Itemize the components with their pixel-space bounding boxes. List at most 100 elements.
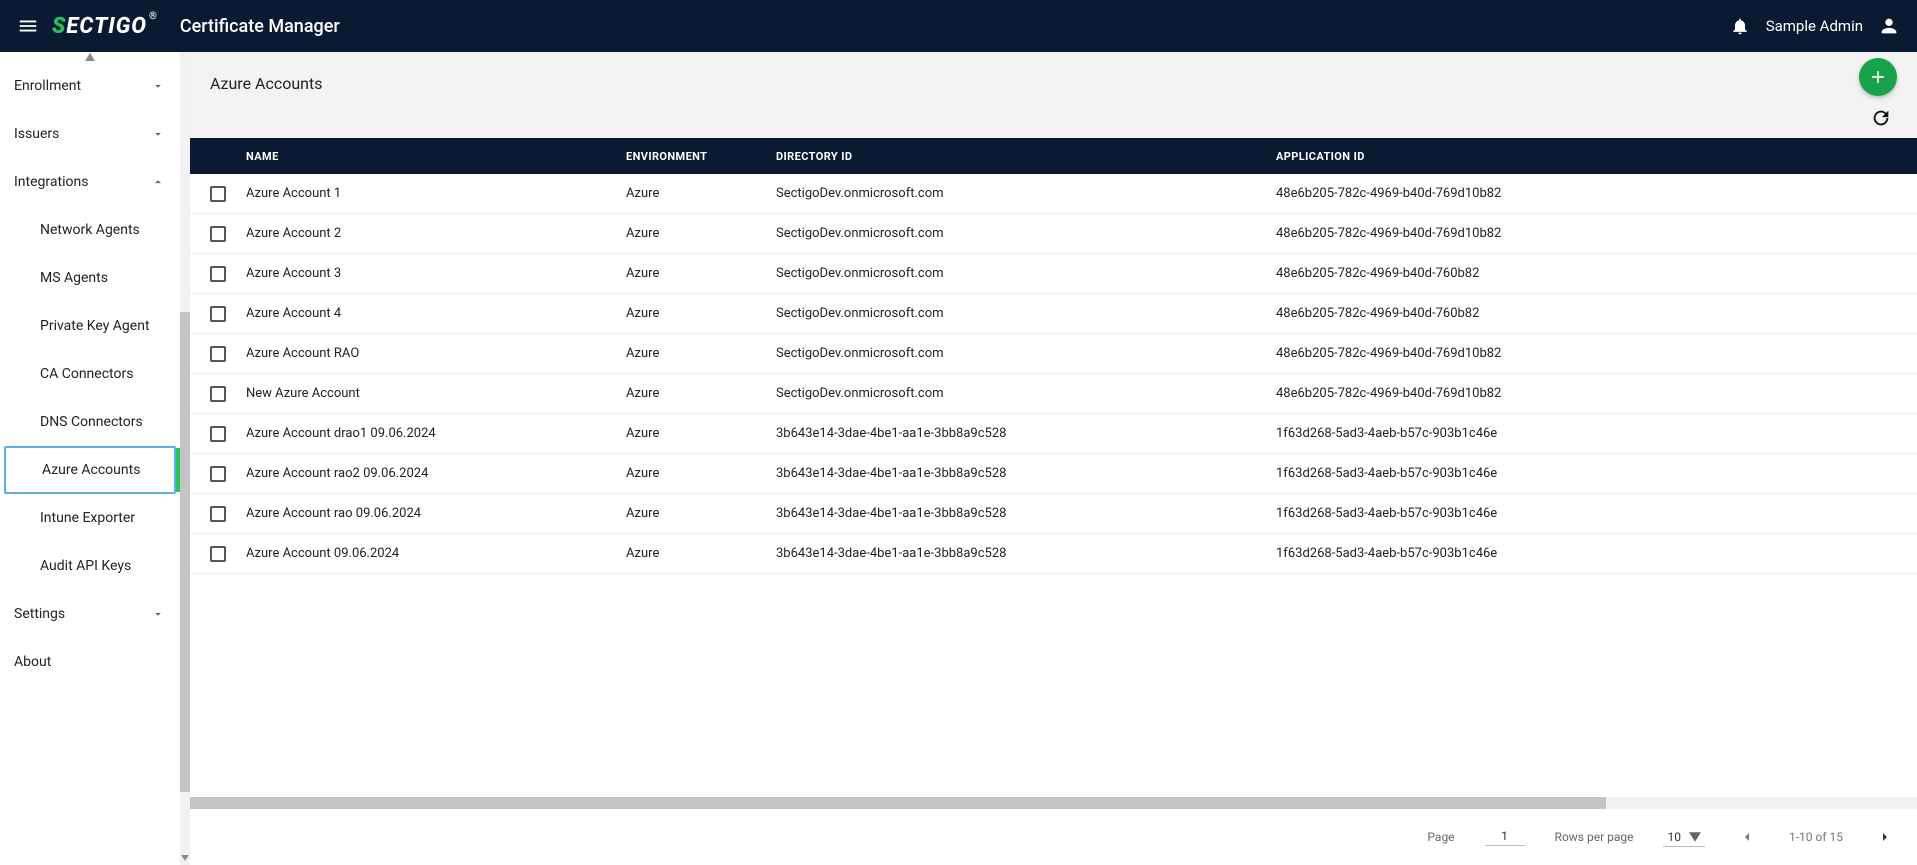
top-app-bar: SECTIGO® Certificate Manager Sample Admi… — [0, 0, 1917, 52]
notifications-button[interactable] — [1724, 10, 1756, 42]
cell-directory-id: SectigoDev.onmicrosoft.com — [776, 226, 1276, 241]
sidebar-section-settings[interactable]: Settings — [0, 590, 180, 638]
sidebar-item-label: Intune Exporter — [40, 510, 135, 526]
sidebar-item-label: MS Agents — [40, 270, 108, 286]
sidebar-item-ms-agents[interactable]: MS Agents — [0, 254, 180, 302]
page-label: Page — [1427, 830, 1454, 844]
cell-application-id: 48e6b205-782c-4969-b40d-769d10b82 — [1276, 186, 1917, 201]
table-row[interactable]: Azure Account rao 09.06.2024Azure3b643e1… — [190, 494, 1917, 534]
column-header-directory-id[interactable]: DIRECTORY ID — [776, 150, 1276, 163]
checkbox-icon — [210, 386, 226, 402]
cell-environment: Azure — [626, 386, 776, 401]
sidebar-item-network-agents[interactable]: Network Agents — [0, 206, 180, 254]
table-horizontal-scroll-thumb[interactable] — [190, 797, 1606, 809]
checkbox-icon — [210, 266, 226, 282]
checkbox-icon — [210, 546, 226, 562]
checkbox-icon — [210, 306, 226, 322]
logo-mark: S — [52, 14, 66, 39]
sidebar-item-audit-api-keys[interactable]: Audit API Keys — [0, 542, 180, 590]
cell-application-id: 1f63d268-5ad3-4aeb-b57c-903b1c46e — [1276, 466, 1917, 481]
cell-name: Azure Account 1 — [246, 186, 626, 201]
cell-environment: Azure — [626, 546, 776, 561]
prev-page-button[interactable] — [1735, 825, 1759, 849]
cell-name: Azure Account 3 — [246, 266, 626, 281]
sidebar-item-label: Azure Accounts — [42, 462, 140, 478]
checkbox-icon — [210, 226, 226, 242]
dropdown-icon — [1689, 832, 1701, 842]
cell-name: Azure Account 09.06.2024 — [246, 546, 626, 561]
table-row[interactable]: Azure Account 2AzureSectigoDev.onmicroso… — [190, 214, 1917, 254]
sidebar-scroll-up[interactable] — [0, 52, 180, 62]
sidebar-item-label: DNS Connectors — [40, 414, 143, 430]
cell-environment: Azure — [626, 506, 776, 521]
sidebar-section-issuers[interactable]: Issuers — [0, 110, 180, 158]
column-header-name[interactable]: NAME — [246, 150, 626, 163]
checkbox-icon — [210, 186, 226, 202]
table-horizontal-scrollbar[interactable] — [190, 797, 1917, 809]
page-number-input[interactable]: 1 — [1485, 829, 1525, 846]
sidebar-item-label: Network Agents — [40, 222, 140, 238]
sidebar-item-azure-accounts[interactable]: Azure Accounts — [4, 446, 176, 494]
sidebar-item-dns-connectors[interactable]: DNS Connectors — [0, 398, 180, 446]
sidebar-section-label: Integrations — [14, 174, 88, 190]
row-checkbox[interactable] — [190, 266, 246, 282]
sidebar-scroll-down[interactable] — [180, 851, 190, 865]
plus-icon — [1868, 67, 1888, 87]
column-header-environment[interactable]: ENVIRONMENT — [626, 150, 776, 163]
cell-name: Azure Account rao 09.06.2024 — [246, 506, 626, 521]
sidebar-item-label: CA Connectors — [40, 366, 133, 382]
cell-directory-id: SectigoDev.onmicrosoft.com — [776, 306, 1276, 321]
sidebar-item-private-key-agent[interactable]: Private Key Agent — [0, 302, 180, 350]
table-row[interactable]: Azure Account 3AzureSectigoDev.onmicroso… — [190, 254, 1917, 294]
checkbox-icon — [210, 506, 226, 522]
sidebar-item-intune-exporter[interactable]: Intune Exporter — [0, 494, 180, 542]
cell-application-id: 48e6b205-782c-4969-b40d-769d10b82 — [1276, 386, 1917, 401]
sidebar-scrollbar-thumb[interactable] — [180, 312, 190, 792]
bell-icon — [1730, 16, 1750, 36]
cell-environment: Azure — [626, 346, 776, 361]
cell-application-id: 48e6b205-782c-4969-b40d-760b82 — [1276, 266, 1917, 281]
cell-application-id: 1f63d268-5ad3-4aeb-b57c-903b1c46e — [1276, 506, 1917, 521]
next-page-button[interactable] — [1873, 825, 1897, 849]
sidebar-section-enrollment[interactable]: Enrollment — [0, 62, 180, 110]
user-menu-button[interactable] — [1873, 10, 1905, 42]
menu-toggle-button[interactable] — [12, 10, 44, 42]
cell-name: Azure Account drao1 09.06.2024 — [246, 426, 626, 441]
table-row[interactable]: Azure Account rao2 09.06.2024Azure3b643e… — [190, 454, 1917, 494]
triangle-up-icon — [85, 53, 95, 61]
column-header-application-id[interactable]: APPLICATION ID — [1276, 150, 1917, 163]
table-row[interactable]: Azure Account drao1 09.06.2024Azure3b643… — [190, 414, 1917, 454]
table-row[interactable]: Azure Account 1AzureSectigoDev.onmicroso… — [190, 174, 1917, 214]
row-checkbox[interactable] — [190, 186, 246, 202]
table-row[interactable]: New Azure AccountAzureSectigoDev.onmicro… — [190, 374, 1917, 414]
table-row[interactable]: Azure Account 4AzureSectigoDev.onmicroso… — [190, 294, 1917, 334]
row-checkbox[interactable] — [190, 426, 246, 442]
row-checkbox[interactable] — [190, 346, 246, 362]
sidebar-scrollbar-track[interactable] — [180, 52, 190, 865]
page-header: Azure Accounts — [190, 52, 1917, 138]
cell-name: Azure Account RAO — [246, 346, 626, 361]
cell-directory-id: 3b643e14-3dae-4be1-aa1e-3bb8a9c528 — [776, 506, 1276, 521]
row-checkbox[interactable] — [190, 506, 246, 522]
row-checkbox[interactable] — [190, 546, 246, 562]
rows-per-page-select[interactable]: 10 — [1663, 828, 1705, 847]
brand-logo: SECTIGO® — [52, 14, 158, 39]
sidebar-section-about[interactable]: About — [0, 638, 180, 678]
table-row[interactable]: Azure Account 09.06.2024Azure3b643e14-3d… — [190, 534, 1917, 574]
checkbox-icon — [210, 346, 226, 362]
refresh-button[interactable] — [1867, 104, 1895, 132]
cell-directory-id: 3b643e14-3dae-4be1-aa1e-3bb8a9c528 — [776, 426, 1276, 441]
table-row[interactable]: Azure Account RAOAzureSectigoDev.onmicro… — [190, 334, 1917, 374]
pagination-bar: Page 1 Rows per page 10 1-10 of 15 — [190, 809, 1917, 865]
cell-name: Azure Account 4 — [246, 306, 626, 321]
add-account-button[interactable] — [1859, 58, 1897, 96]
cell-directory-id: SectigoDev.onmicrosoft.com — [776, 386, 1276, 401]
cell-directory-id: 3b643e14-3dae-4be1-aa1e-3bb8a9c528 — [776, 546, 1276, 561]
row-checkbox[interactable] — [190, 306, 246, 322]
row-checkbox[interactable] — [190, 466, 246, 482]
cell-environment: Azure — [626, 426, 776, 441]
sidebar-item-ca-connectors[interactable]: CA Connectors — [0, 350, 180, 398]
sidebar-section-integrations[interactable]: Integrations — [0, 158, 180, 206]
row-checkbox[interactable] — [190, 226, 246, 242]
row-checkbox[interactable] — [190, 386, 246, 402]
